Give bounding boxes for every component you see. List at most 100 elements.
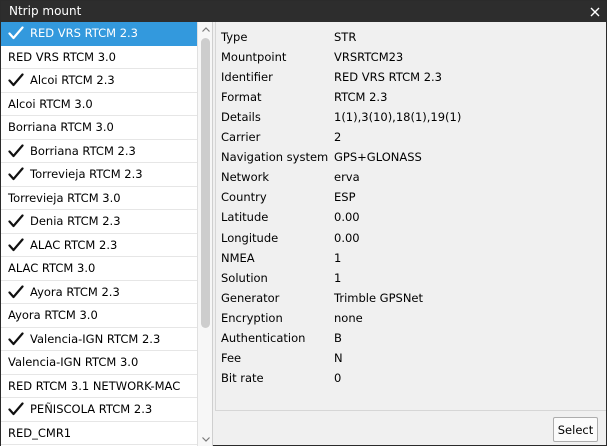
- checkmark-icon: [8, 402, 24, 416]
- list-item[interactable]: Denia RTCM 2.3: [1, 210, 197, 234]
- detail-row: Navigation system GPS+GLONASS: [221, 147, 422, 167]
- detail-value: B: [334, 330, 342, 345]
- detail-row: Format RTCM 2.3: [221, 87, 387, 107]
- detail-value: N: [334, 350, 343, 365]
- detail-key: Navigation system: [221, 150, 329, 165]
- list-item[interactable]: Borriana RTCM 3.0: [1, 116, 197, 140]
- list-item[interactable]: PEÑISCOLA RTCM 2.3: [1, 398, 197, 422]
- detail-key: Format: [221, 90, 262, 105]
- checkmark-icon: [8, 238, 24, 252]
- detail-value: none: [334, 310, 363, 325]
- detail-row: Identifier RED VRS RTCM 2.3: [221, 67, 442, 87]
- detail-row: Longitude 0.00: [221, 228, 360, 248]
- mountpoint-details-panel: Type STR Mountpoint VRSRTCM23 Identifier RED …: [215, 22, 606, 411]
- checkmark-icon: [8, 332, 24, 346]
- detail-key: Mountpoint: [221, 50, 287, 65]
- detail-value: 2: [334, 130, 342, 145]
- list-item[interactable]: Ayora RTCM 2.3: [1, 281, 197, 304]
- detail-value: 1(1),3(10),18(1),19(1): [334, 110, 462, 125]
- detail-key: Identifier: [221, 70, 273, 85]
- detail-key: Authentication: [221, 330, 306, 345]
- detail-value: Trimble GPSNet: [334, 290, 424, 305]
- detail-row: Carrier 2: [221, 127, 341, 147]
- detail-key: Details: [221, 110, 261, 125]
- detail-row: Solution 1: [221, 268, 341, 288]
- list-item-label: Ayora RTCM 3.0: [8, 308, 98, 323]
- list-item-label: Alcoi RTCM 3.0: [8, 96, 93, 111]
- detail-key: Latitude: [221, 210, 269, 225]
- list-item-label: Borriana RTCM 3.0: [8, 120, 114, 135]
- checkmark-icon: [8, 214, 24, 228]
- list-item-label: Torrevieja RTCM 2.3: [30, 167, 143, 182]
- list-item[interactable]: ALAC RTCM 2.3: [1, 234, 197, 257]
- list-item-label: Borriana RTCM 2.3: [30, 143, 136, 158]
- list-item-label: Torrevieja RTCM 3.0: [8, 190, 121, 205]
- window-title: Ntrip mount: [9, 4, 82, 18]
- list-item[interactable]: RED_CMR1: [1, 422, 197, 445]
- list-item-label: Valencia-IGN RTCM 3.0: [8, 355, 139, 370]
- detail-row: Generator Trimble GPSNet: [221, 288, 423, 308]
- list-item-label: RED VRS RTCM 2.3: [30, 26, 138, 41]
- list-item[interactable]: Alcoi RTCM 3.0: [1, 93, 197, 116]
- detail-value: 1: [334, 270, 342, 285]
- detail-value: VRSRTCM23: [334, 50, 404, 65]
- ntrip-mount-dialog: Ntrip mount RED VRS RTCM 2.3 RED VRS RTCM…: [0, 0, 607, 446]
- detail-row: Authentication B: [221, 328, 342, 348]
- detail-row: Encryption none: [221, 308, 363, 328]
- detail-value: STR: [334, 30, 357, 44]
- checkmark-icon: [8, 285, 24, 299]
- title-bar[interactable]: Ntrip mount: [1, 1, 606, 22]
- detail-row: Country ESP: [221, 187, 356, 207]
- mountpoint-list-panel: RED VRS RTCM 2.3 RED VRS RTCM 3.0 Alcoi RT…: [1, 22, 213, 446]
- checkmark-icon: [8, 26, 24, 40]
- detail-key: Network: [221, 170, 270, 185]
- list-item[interactable]: Valencia-IGN RTCM 3.0: [1, 351, 197, 375]
- list-item[interactable]: ALAC RTCM 3.0: [1, 257, 197, 281]
- detail-value: 0: [334, 370, 342, 385]
- chevron-up-icon[interactable]: [198, 22, 213, 36]
- list-item-label: PEÑISCOLA RTCM 2.3: [30, 402, 153, 417]
- detail-key: NMEA: [221, 250, 255, 265]
- detail-key: Carrier: [221, 130, 261, 145]
- detail-row: Latitude 0.00: [221, 207, 360, 227]
- scrollbar-thumb[interactable]: [201, 38, 210, 328]
- list-item-label: Alcoi RTCM 2.3: [30, 73, 115, 88]
- mountpoint-list[interactable]: RED VRS RTCM 2.3 RED VRS RTCM 3.0 Alcoi RT…: [1, 22, 197, 446]
- list-scrollbar[interactable]: [197, 22, 212, 446]
- list-item[interactable]: Alcoi RTCM 2.3: [1, 69, 197, 93]
- list-item-label: RED VRS RTCM 3.0: [8, 49, 116, 64]
- detail-row: Mountpoint VRSRTCM23: [221, 47, 403, 67]
- list-item-label: RED_CMR1: [8, 425, 72, 440]
- list-item[interactable]: RED VRS RTCM 3.0: [1, 46, 197, 69]
- detail-row: Network erva: [221, 167, 360, 187]
- list-item[interactable]: Torrevieja RTCM 3.0: [1, 187, 197, 210]
- detail-value: GPS+GLONASS: [334, 150, 422, 165]
- detail-row: Bit rate 0: [221, 368, 341, 388]
- detail-row: Fee N: [221, 348, 343, 368]
- checkmark-icon: [8, 144, 24, 158]
- detail-value: ESP: [334, 190, 356, 205]
- select-button[interactable]: Select: [553, 417, 598, 442]
- detail-value: 0.00: [334, 230, 360, 245]
- list-item-label: ALAC RTCM 3.0: [8, 261, 96, 276]
- list-item[interactable]: Torrevieja RTCM 2.3: [1, 163, 197, 187]
- list-item-label: Ayora RTCM 2.3: [30, 284, 120, 299]
- detail-key: Encryption: [221, 310, 283, 325]
- list-item[interactable]: RED RTCM 3.1 NETWORK-MAC: [1, 375, 197, 398]
- detail-value: 0.00: [334, 210, 360, 225]
- close-icon[interactable]: [584, 1, 606, 22]
- detail-row: Details 1(1),3(10),18(1),19(1): [221, 107, 461, 127]
- list-item[interactable]: Borriana RTCM 2.3: [1, 140, 197, 163]
- detail-key: Longitude: [221, 230, 279, 245]
- list-item[interactable]: RED VRS RTCM 2.3: [1, 22, 197, 46]
- detail-key: Fee: [221, 350, 242, 365]
- chevron-down-icon[interactable]: [198, 432, 213, 446]
- detail-value: erva: [334, 170, 360, 185]
- list-item[interactable]: Ayora RTCM 3.0: [1, 304, 197, 328]
- detail-row: Type STR: [221, 27, 356, 47]
- checkmark-icon: [8, 167, 24, 181]
- detail-key: Country: [221, 190, 267, 205]
- list-item[interactable]: Valencia-IGN RTCM 2.3: [1, 328, 197, 351]
- list-item-label: Denia RTCM 2.3: [30, 214, 121, 229]
- detail-row: NMEA 1: [221, 248, 341, 268]
